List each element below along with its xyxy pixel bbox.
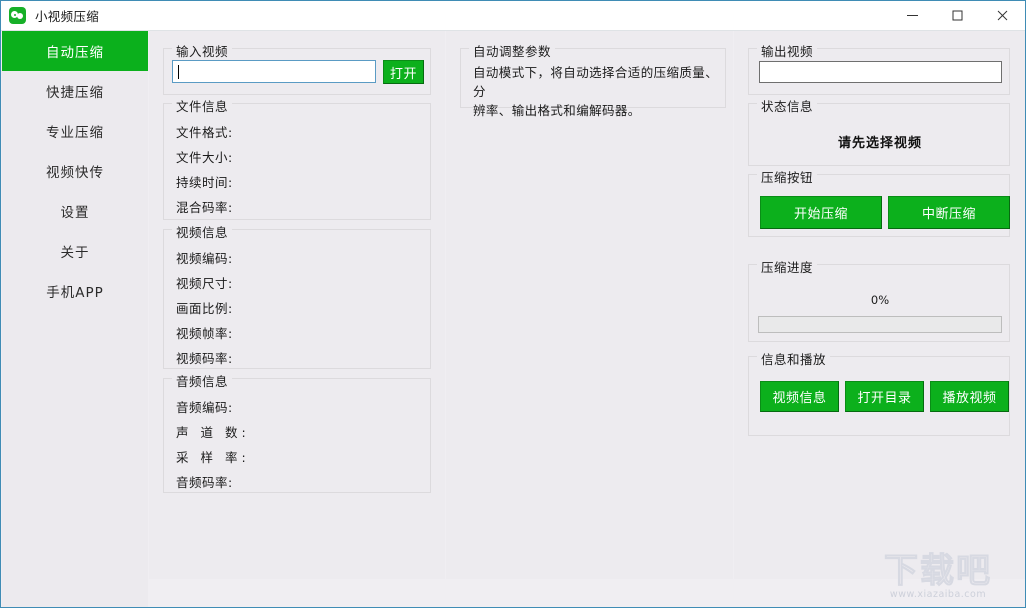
video-bitrate-label: 视频码率: xyxy=(176,351,233,366)
maximize-icon[interactable] xyxy=(935,1,980,31)
progress-percent-label: 0% xyxy=(870,293,890,307)
video-info-group: 视频信息 视频编码: 视频尺寸: 画面比例: 视频帧率: 视频码率: xyxy=(163,222,431,369)
audio-info-legend: 音频信息 xyxy=(172,371,233,390)
file-info-group: 文件信息 文件格式: 文件大小: 持续时间: 混合码率: xyxy=(163,96,431,220)
auto-params-legend: 自动调整参数 xyxy=(469,41,556,60)
sidebar-item-about[interactable]: 关于 xyxy=(2,231,148,271)
sidebar-item-label: 快捷压缩 xyxy=(46,85,104,101)
sidebar-item-label: 设置 xyxy=(60,205,90,221)
middle-panel: 自动调整参数 自动模式下，将自动选择合适的压缩质量、分 辨率、输出格式和编解码器… xyxy=(446,31,733,579)
progress-legend: 压缩进度 xyxy=(757,257,818,276)
audio-channels-label: 声 道 数: xyxy=(176,425,250,440)
window-title: 小视频压缩 xyxy=(35,9,100,24)
titlebar: 小视频压缩 xyxy=(1,1,1025,31)
right-panel: 输出视频 状态信息 请先选择视频 压缩按钮 开始压缩 中断压缩 压缩进度 0% … xyxy=(734,31,1025,579)
watermark-url: www.xiazaiba.com xyxy=(889,589,987,600)
sidebar-item-mobile-app[interactable]: 手机APP xyxy=(2,271,148,311)
minimize-icon[interactable] xyxy=(890,1,935,31)
output-video-legend: 输出视频 xyxy=(757,41,818,60)
audio-info-group: 音频信息 音频编码: 声 道 数: 采 样 率: 音频码率: xyxy=(163,371,431,493)
video-compress-app-icon xyxy=(9,7,26,24)
auto-params-description-line1: 自动模式下，将自动选择合适的压缩质量、分 xyxy=(473,65,719,99)
compress-buttons-legend: 压缩按钮 xyxy=(757,167,818,186)
output-video-group: 输出视频 xyxy=(748,41,1010,95)
status-group: 状态信息 请先选择视频 xyxy=(748,96,1010,166)
open-folder-button[interactable]: 打开目录 xyxy=(845,381,924,412)
input-video-path-input[interactable] xyxy=(172,60,376,83)
sidebar-item-settings[interactable]: 设置 xyxy=(2,191,148,231)
audio-codec-label: 音频编码: xyxy=(176,400,233,415)
auto-params-description-line2: 辨率、输出格式和编解码器。 xyxy=(473,103,641,118)
open-file-button[interactable]: 打开 xyxy=(383,60,424,84)
status-legend: 状态信息 xyxy=(757,96,818,115)
frame-rate-label: 视频帧率: xyxy=(176,326,233,341)
window-controls xyxy=(890,1,1025,31)
input-video-legend: 输入视频 xyxy=(172,41,233,60)
sidebar-item-label: 手机APP xyxy=(46,285,104,301)
auto-params-group: 自动调整参数 自动模式下，将自动选择合适的压缩质量、分 辨率、输出格式和编解码器… xyxy=(460,41,726,118)
app-window: 小视频压缩 自动压缩 快捷压缩 专业压缩 视频快传 设置 关于 手机APP 输入… xyxy=(0,0,1026,608)
sidebar-item-label: 视频快传 xyxy=(46,165,104,181)
overall-bitrate-label: 混合码率: xyxy=(176,200,233,215)
start-compress-button[interactable]: 开始压缩 xyxy=(760,196,882,229)
input-video-group: 输入视频 打开 xyxy=(163,41,431,95)
output-video-path-input[interactable] xyxy=(759,61,1002,83)
file-format-label: 文件格式: xyxy=(176,125,233,140)
video-info-button[interactable]: 视频信息 xyxy=(760,381,839,412)
sample-rate-label: 采 样 率: xyxy=(176,450,250,465)
sidebar-item-label: 关于 xyxy=(60,245,90,261)
duration-label: 持续时间: xyxy=(176,175,233,190)
video-size-label: 视频尺寸: xyxy=(176,276,233,291)
video-codec-label: 视频编码: xyxy=(176,251,233,266)
sidebar-item-quick-compress[interactable]: 快捷压缩 xyxy=(2,71,148,111)
compress-buttons-group: 压缩按钮 开始压缩 中断压缩 xyxy=(748,167,1010,237)
abort-compress-button[interactable]: 中断压缩 xyxy=(888,196,1010,229)
sidebar-item-fast-transfer[interactable]: 视频快传 xyxy=(2,151,148,191)
progress-group: 压缩进度 0% xyxy=(748,257,1010,342)
sidebar-item-auto-compress[interactable]: 自动压缩 xyxy=(2,31,148,71)
progress-bar xyxy=(758,316,1002,333)
sidebar-item-label: 自动压缩 xyxy=(46,45,104,61)
sidebar: 自动压缩 快捷压缩 专业压缩 视频快传 设置 关于 手机APP xyxy=(2,31,148,607)
left-panel: 输入视频 打开 文件信息 文件格式: 文件大小: 持续时间: 混合码率: 视频信… xyxy=(149,31,445,579)
info-playback-group: 信息和播放 视频信息 打开目录 播放视频 xyxy=(748,349,1010,436)
video-info-legend: 视频信息 xyxy=(172,222,233,241)
text-caret xyxy=(178,65,179,79)
status-message: 请先选择视频 xyxy=(837,136,922,151)
aspect-ratio-label: 画面比例: xyxy=(176,301,233,316)
info-playback-legend: 信息和播放 xyxy=(757,349,831,368)
sidebar-item-label: 专业压缩 xyxy=(46,125,104,141)
app-icon-reel-small xyxy=(17,13,23,19)
play-video-button[interactable]: 播放视频 xyxy=(930,381,1009,412)
file-size-label: 文件大小: xyxy=(176,150,233,165)
close-icon[interactable] xyxy=(980,1,1025,31)
file-info-legend: 文件信息 xyxy=(172,96,233,115)
audio-bitrate-label: 音频码率: xyxy=(176,475,233,490)
sidebar-item-pro-compress[interactable]: 专业压缩 xyxy=(2,111,148,151)
